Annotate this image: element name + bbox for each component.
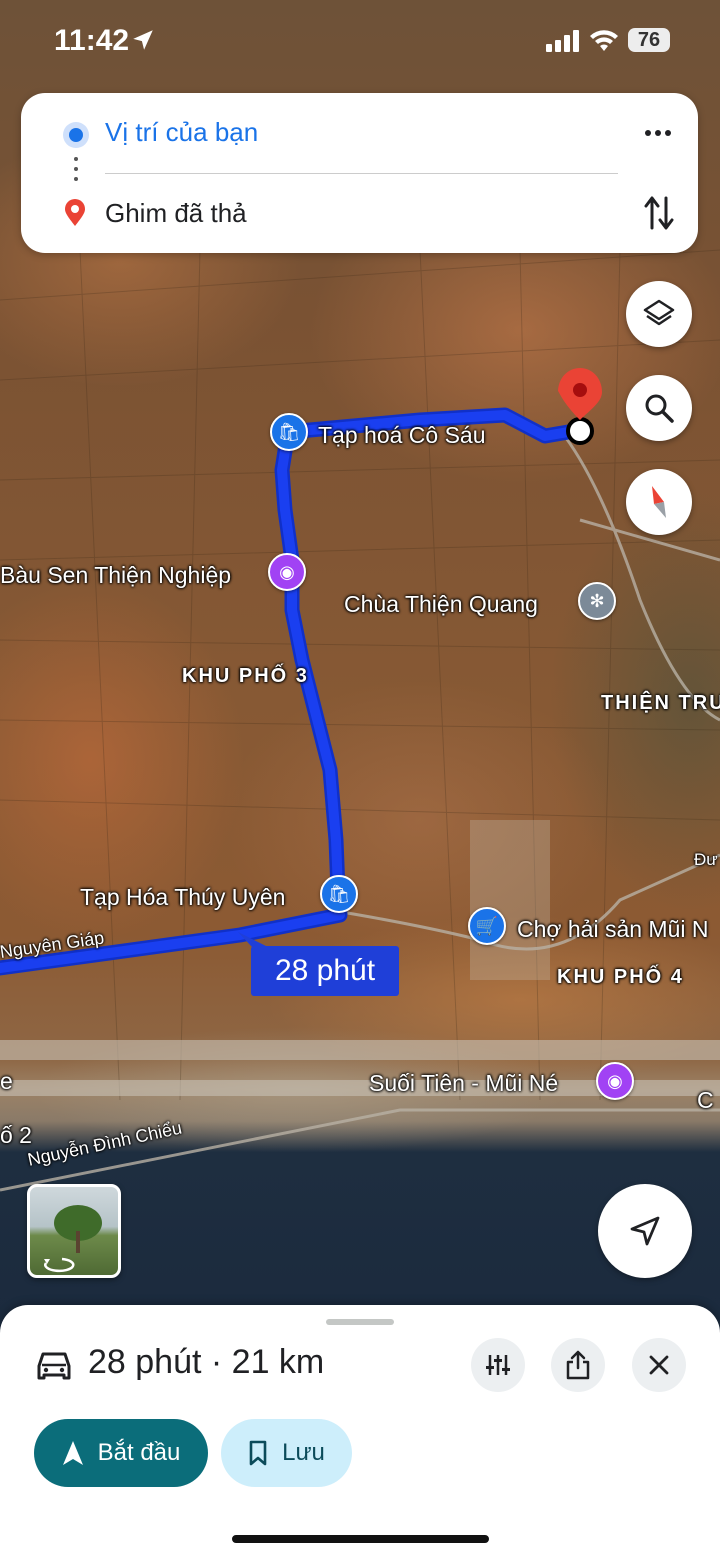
car-icon xyxy=(37,1352,71,1380)
street-view-icon xyxy=(44,1205,102,1273)
share-icon xyxy=(566,1350,590,1380)
area-label: THIỆN TRU xyxy=(601,692,720,714)
route-summary: 28 phút · 21 km xyxy=(88,1343,325,1381)
layers-icon xyxy=(643,299,675,326)
layers-button[interactable] xyxy=(626,281,692,347)
destination-field[interactable]: Ghim đã thả xyxy=(105,198,247,229)
poi-label[interactable]: Suối Tiên - Mũi Né xyxy=(369,1070,558,1097)
origin-dot-icon xyxy=(63,122,89,148)
poi-label[interactable]: Chợ hải sản Mũi N xyxy=(517,916,709,943)
cart-icon[interactable]: 🛒 xyxy=(468,907,506,945)
tune-icon xyxy=(486,1355,510,1375)
search-button[interactable] xyxy=(626,375,692,441)
start-label: Bắt đầu xyxy=(97,1439,181,1466)
edge-label: Đư xyxy=(694,850,718,869)
navigation-icon xyxy=(62,1441,83,1465)
signal-icon xyxy=(546,30,579,52)
share-button[interactable] xyxy=(551,1338,605,1392)
my-location-button[interactable] xyxy=(598,1184,692,1278)
origin-field[interactable]: Vị trí của bạn xyxy=(105,117,258,148)
route-options-button[interactable] xyxy=(471,1338,525,1392)
street-view-thumbnail[interactable] xyxy=(27,1184,121,1278)
status-time: 11:42 xyxy=(54,24,130,57)
search-icon xyxy=(645,394,674,423)
area-label: KHU PHỐ 3 xyxy=(182,665,309,687)
home-indicator[interactable] xyxy=(232,1535,489,1543)
wifi-icon xyxy=(590,30,618,51)
route-card: Vị trí của bạn Ghim đã thả xyxy=(21,93,698,253)
route-duration-tag[interactable]: 28 phút xyxy=(251,946,399,996)
area-label: KHU PHỐ 4 xyxy=(557,966,684,988)
navigate-icon xyxy=(630,1216,660,1246)
close-icon xyxy=(649,1355,669,1375)
location-arrow-icon xyxy=(133,30,153,50)
directions-sheet: 28 phút · 21 km Bắt đầu Lưu xyxy=(0,1305,720,1557)
poi-label[interactable]: Tạp hoá Cô Sáu xyxy=(318,422,486,449)
bookmark-icon xyxy=(249,1440,267,1466)
poi-label[interactable]: Chùa Thiện Quang xyxy=(344,591,538,618)
save-label: Lưu xyxy=(282,1439,325,1466)
temple-icon[interactable]: ✻ xyxy=(578,582,616,620)
start-navigation-button[interactable]: Bắt đầu xyxy=(34,1419,208,1487)
poi-label[interactable]: Tạp Hóa Thúy Uyên xyxy=(80,884,285,911)
battery-level: 76 xyxy=(628,28,670,52)
save-button[interactable]: Lưu xyxy=(221,1419,352,1487)
swap-icon[interactable] xyxy=(643,194,675,232)
close-button[interactable] xyxy=(632,1338,686,1392)
divider xyxy=(105,173,618,174)
shop-icon[interactable]: 🛍 xyxy=(320,875,358,913)
edge-label: C xyxy=(697,1087,714,1113)
sheet-handle[interactable] xyxy=(326,1319,394,1325)
shop-icon[interactable]: 🛍 xyxy=(270,413,308,451)
compass-icon xyxy=(652,486,666,518)
compass-button[interactable] xyxy=(626,469,692,535)
camera-icon[interactable]: ◉ xyxy=(268,553,306,591)
status-bar: 11:42 76 xyxy=(0,0,720,84)
edge-label: e xyxy=(0,1068,13,1094)
more-vert-icon[interactable] xyxy=(638,117,678,149)
route-dots xyxy=(73,157,79,187)
destination-pin-icon xyxy=(65,199,85,226)
camera-icon[interactable]: ◉ xyxy=(596,1062,634,1100)
poi-label[interactable]: Bàu Sen Thiện Nghiệp xyxy=(0,562,231,589)
edge-label: ố 2 xyxy=(0,1122,32,1148)
